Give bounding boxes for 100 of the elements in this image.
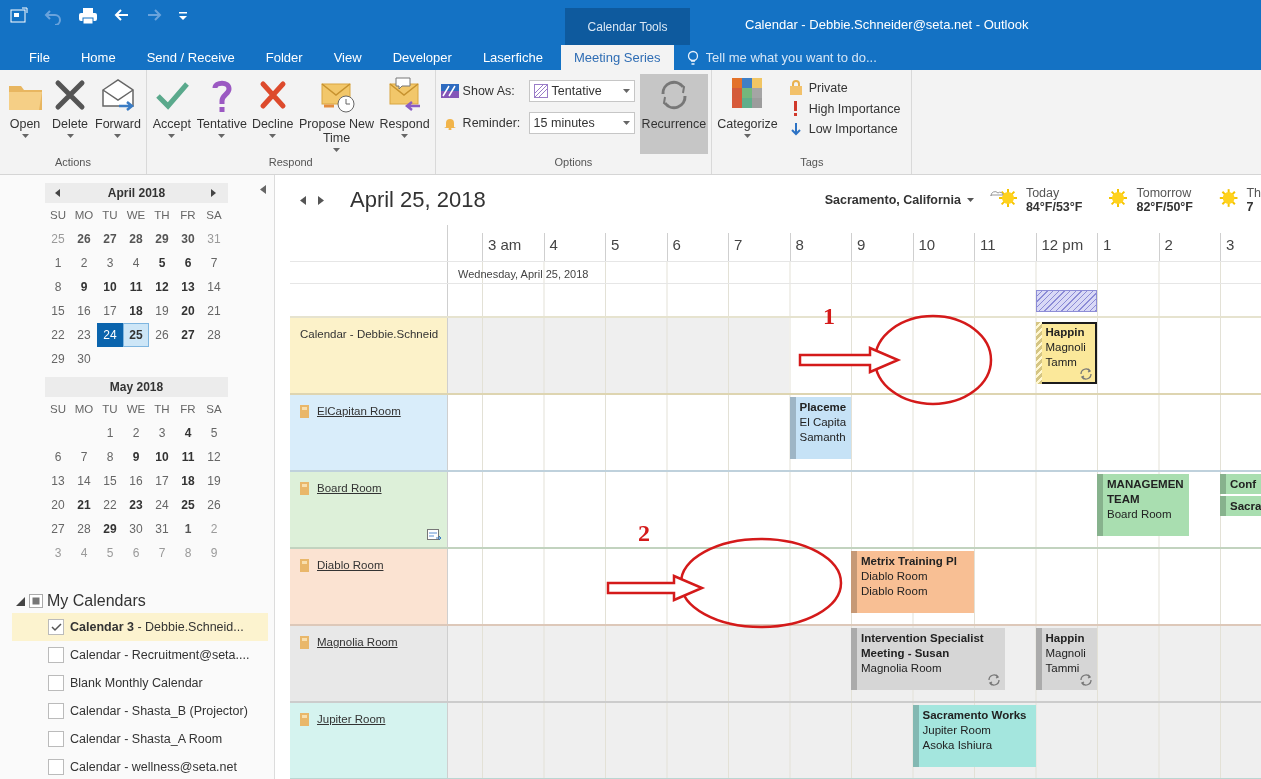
- previous-month-icon[interactable]: [55, 189, 60, 197]
- calendar-day[interactable]: 17: [97, 299, 123, 323]
- checkbox[interactable]: [48, 647, 64, 663]
- checkbox[interactable]: [48, 619, 64, 635]
- calendar-event[interactable]: MANAGEMEN TEAM Board Room: [1097, 474, 1190, 536]
- room-link[interactable]: Board Room: [317, 482, 382, 494]
- calendar-day[interactable]: 14: [201, 275, 227, 299]
- calendar-day[interactable]: 8: [97, 445, 123, 469]
- ribbon-button[interactable]: Recurrence: [639, 74, 709, 154]
- ribbon-toggle[interactable]: Private: [788, 80, 901, 95]
- ribbon-button[interactable]: Respond: [377, 74, 432, 154]
- calendar-day[interactable]: 19: [149, 299, 175, 323]
- calendar-day[interactable]: 18: [175, 469, 201, 493]
- calendar-list-item[interactable]: Blank Monthly Calendar: [12, 669, 268, 697]
- calendar-day[interactable]: 24: [149, 493, 175, 517]
- calendar-day[interactable]: 2: [123, 421, 149, 445]
- calendar-day[interactable]: 23: [123, 493, 149, 517]
- ribbon-tab[interactable]: Meeting Series: [560, 45, 674, 70]
- calendar-day[interactable]: 4: [175, 421, 201, 445]
- next-month-icon[interactable]: [211, 189, 216, 197]
- calendar-list-item[interactable]: Calendar - Recruitment@seta....: [12, 641, 268, 669]
- room-link[interactable]: Jupiter Room: [317, 713, 386, 725]
- calendar-day[interactable]: 11: [123, 275, 149, 299]
- room-link[interactable]: ElCapitan Room: [317, 405, 401, 417]
- calendar-day[interactable]: 28: [123, 227, 149, 251]
- calendar-day[interactable]: 25: [123, 323, 149, 347]
- calendar-list-item[interactable]: Calendar - Shasta_A Room: [12, 725, 268, 753]
- calendar-day[interactable]: 15: [97, 469, 123, 493]
- calendar-day[interactable]: 7: [201, 251, 227, 275]
- calendar-event[interactable]: Intervention Specialist Meeting - Susan Magnolia Room: [851, 628, 1005, 690]
- calendar-day[interactable]: 2: [71, 251, 97, 275]
- calendar-day[interactable]: 29: [45, 347, 71, 371]
- checkbox[interactable]: [48, 731, 64, 747]
- calendar-day[interactable]: 28: [71, 517, 97, 541]
- weather-location[interactable]: Sacramento, California: [824, 193, 961, 207]
- calendar-day[interactable]: 19: [201, 469, 227, 493]
- calendar-list-item[interactable]: Calendar - Shasta_B (Projector): [12, 697, 268, 725]
- calendar-day[interactable]: 20: [45, 493, 71, 517]
- calendar-day[interactable]: 29: [97, 517, 123, 541]
- ribbon-button[interactable]: Forward: [93, 74, 143, 154]
- calendar-day[interactable]: 10: [97, 275, 123, 299]
- ribbon-tab[interactable]: Folder: [252, 45, 316, 70]
- calendar-event[interactable]: Conf: [1220, 474, 1261, 494]
- calendar-day[interactable]: 1: [97, 421, 123, 445]
- calendar-day[interactable]: 20: [175, 299, 201, 323]
- calendar-event[interactable]: Placeme El Capita Samanth: [789, 397, 851, 459]
- calendar-day[interactable]: 22: [97, 493, 123, 517]
- calendar-day[interactable]: 13: [45, 469, 71, 493]
- calendar-day[interactable]: 9: [123, 445, 149, 469]
- calendar-day[interactable]: 26: [71, 227, 97, 251]
- calendar-day[interactable]: 17: [149, 469, 175, 493]
- ribbon-toggle[interactable]: Low Importance: [788, 122, 901, 136]
- calendar-event[interactable]: Sacramento Works Jupiter Room Asoka Ishiura: [912, 705, 1036, 767]
- calendar-day[interactable]: 27: [45, 517, 71, 541]
- ribbon-tab[interactable]: File: [16, 45, 63, 70]
- calendar-day[interactable]: 6: [45, 445, 71, 469]
- calendar-day[interactable]: 26: [149, 323, 175, 347]
- calendar-day[interactable]: 13: [175, 275, 201, 299]
- calendar-day[interactable]: 10: [149, 445, 175, 469]
- calendar-event[interactable]: Metrix Training Pl Diablo Room Diablo Room: [851, 551, 974, 613]
- ribbon-button[interactable]: Propose New Time: [296, 74, 377, 154]
- calendar-day[interactable]: 26: [201, 493, 227, 517]
- room-link[interactable]: Magnolia Room: [317, 636, 398, 648]
- calendar-day[interactable]: 31: [149, 517, 175, 541]
- calendar-day[interactable]: 24: [97, 323, 123, 347]
- ribbon-button[interactable]: Categorize: [715, 74, 780, 154]
- schedule-icon[interactable]: [427, 529, 441, 541]
- previous-day-icon[interactable]: [300, 195, 306, 205]
- next-day-icon[interactable]: [318, 195, 324, 205]
- calendar-event[interactable]: Sacra: [1220, 496, 1261, 516]
- calendar-list-item[interactable]: Calendar 3 - Debbie.Schneid...: [12, 613, 268, 641]
- calendar-day[interactable]: 15: [45, 299, 71, 323]
- calendar-event[interactable]: Happin Magnoli Tammi: [1035, 628, 1097, 690]
- calendar-day[interactable]: 11: [175, 445, 201, 469]
- ribbon-tab[interactable]: View: [320, 45, 375, 70]
- calendar-day[interactable]: 4: [123, 251, 149, 275]
- calendar-day[interactable]: 3: [97, 251, 123, 275]
- calendar-day[interactable]: 12: [149, 275, 175, 299]
- calendar-day[interactable]: 30: [71, 347, 97, 371]
- ribbon-button[interactable]: Accept: [149, 74, 194, 154]
- ribbon-toggle[interactable]: High Importance: [788, 101, 901, 116]
- calendar-day[interactable]: 21: [201, 299, 227, 323]
- checkbox[interactable]: [48, 759, 64, 775]
- ribbon-tab[interactable]: Send / Receive: [133, 45, 248, 70]
- ribbon-tab[interactable]: Home: [67, 45, 129, 70]
- calendar-day[interactable]: 25: [175, 493, 201, 517]
- calendar-day[interactable]: 23: [71, 323, 97, 347]
- calendar-day[interactable]: 27: [175, 323, 201, 347]
- dropdown-field[interactable]: Tentative: [528, 80, 635, 102]
- calendar-day[interactable]: 1: [45, 251, 71, 275]
- calendar-day[interactable]: 1: [175, 517, 201, 541]
- calendar-list-item[interactable]: Calendar - wellness@seta.net: [12, 753, 268, 779]
- calendar-day[interactable]: 21: [71, 493, 97, 517]
- calendar-day[interactable]: 9: [71, 275, 97, 299]
- ribbon-button[interactable]: Delete: [48, 74, 92, 154]
- calendar-day[interactable]: 22: [45, 323, 71, 347]
- ribbon-button[interactable]: Tentative: [194, 74, 249, 154]
- room-link[interactable]: Diablo Room: [317, 559, 384, 571]
- calendar-day[interactable]: 16: [71, 299, 97, 323]
- calendar-day[interactable]: 5: [149, 251, 175, 275]
